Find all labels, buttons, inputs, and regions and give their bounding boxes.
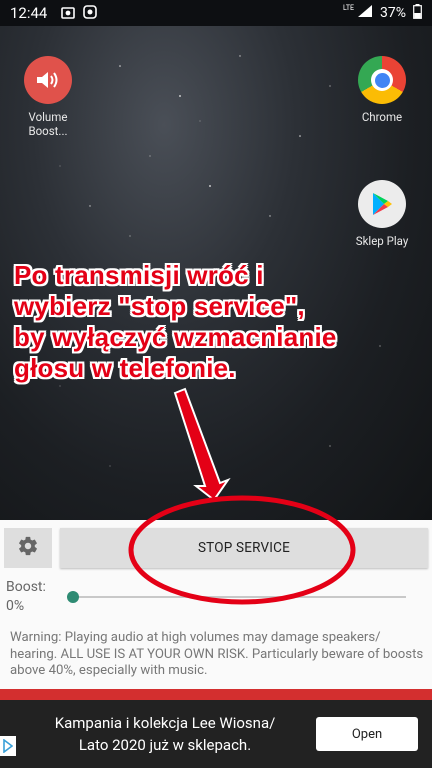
- app-label: Chrome: [361, 110, 403, 124]
- signal-icon: [357, 4, 373, 22]
- ad-open-button[interactable]: Open: [316, 717, 418, 751]
- adchoices-icon[interactable]: [0, 736, 16, 756]
- instruction-annotation: Po transmisji wróć i wybierz "stop servi…: [14, 260, 337, 384]
- annotation-line: Po transmisji wróć i: [14, 260, 264, 290]
- annotation-line: głosu w telefonie.: [14, 353, 236, 383]
- booster-control-panel: STOP SERVICE Boost: 0% Warning: Playing …: [0, 520, 432, 690]
- boost-label: Boost:: [6, 579, 46, 595]
- annotation-line: wybierz "stop service",: [14, 291, 305, 321]
- screenshot-icon: [61, 4, 76, 23]
- chrome-icon: [358, 56, 406, 104]
- boost-slider-thumb[interactable]: [67, 591, 79, 603]
- stop-service-button[interactable]: STOP SERVICE: [60, 528, 428, 568]
- gear-icon: [17, 535, 39, 561]
- ad-text-line: Kampania i kolekcja Lee Wiosna/: [54, 714, 276, 732]
- boost-readout: Boost: 0%: [6, 578, 46, 616]
- play-store-icon: [358, 180, 406, 228]
- app-label: Sklep Play: [355, 234, 409, 248]
- status-time: 12:44: [10, 4, 48, 22]
- app-notification-icon: [83, 4, 98, 23]
- app-play-store[interactable]: Sklep Play: [342, 180, 422, 248]
- ad-top-border: [0, 689, 432, 700]
- battery-percent: 37%: [380, 5, 406, 21]
- ad-text-line: Lato 2020 już w sklepach.: [78, 736, 252, 754]
- network-type: LTE: [343, 3, 354, 12]
- app-label: Volume Boost...: [28, 110, 68, 138]
- app-chrome[interactable]: Chrome: [342, 56, 422, 124]
- volume-icon: [24, 56, 72, 104]
- home-screen-wallpaper: Volume Boost... Chrome Sklep Play Po tra…: [0, 26, 432, 520]
- app-volume-booster[interactable]: Volume Boost...: [8, 56, 88, 138]
- ad-text[interactable]: Kampania i kolekcja Lee Wiosna/ Lato 202…: [20, 712, 310, 756]
- warning-text: Warning: Playing audio at high volumes m…: [10, 630, 424, 678]
- boost-slider-track[interactable]: [68, 596, 406, 598]
- battery-icon: [413, 3, 422, 23]
- annotation-line: by wyłączyć wzmacnianie: [14, 322, 337, 352]
- status-bar: 12:44 LTE 37%: [0, 0, 432, 26]
- ad-banner[interactable]: Kampania i kolekcja Lee Wiosna/ Lato 202…: [0, 700, 432, 768]
- settings-button[interactable]: [4, 528, 52, 568]
- boost-value: 0%: [6, 598, 25, 614]
